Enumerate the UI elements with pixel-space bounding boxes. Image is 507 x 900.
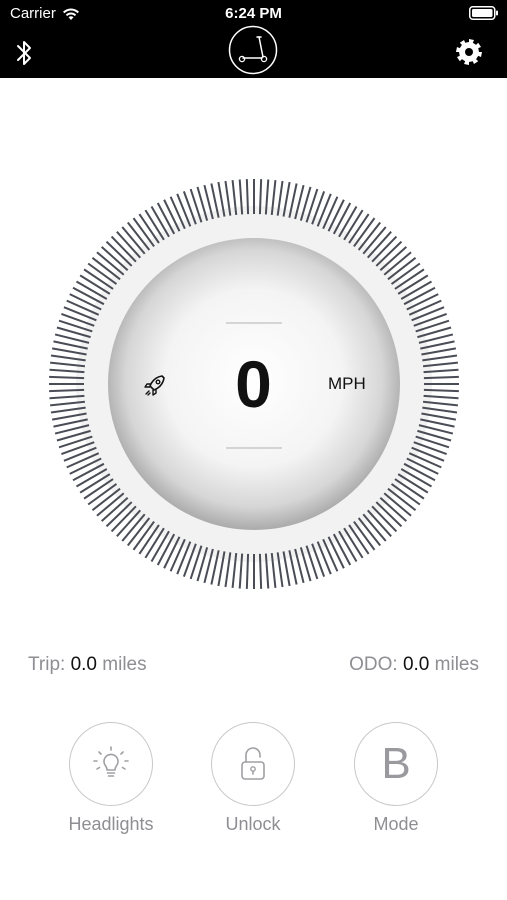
- unlock-control: Unlock: [210, 722, 296, 835]
- unlock-label: Unlock: [225, 814, 281, 834]
- trip-value: 0.0: [70, 654, 97, 675]
- gauge-tick: [423, 375, 459, 380]
- bluetooth-icon[interactable]: [12, 38, 38, 68]
- gauge-tick: [258, 179, 263, 215]
- gauge-tick: [332, 202, 352, 235]
- gauge-tick: [49, 388, 85, 393]
- gauge-tick: [72, 286, 105, 306]
- headlights-button[interactable]: [69, 722, 153, 806]
- gauge-tick: [245, 553, 250, 589]
- trip-distance: Trip: 0.0 miles: [28, 654, 147, 676]
- battery-icon: [469, 6, 498, 20]
- odo-unit: miles: [434, 654, 479, 675]
- trip-label: Trip:: [28, 654, 66, 675]
- gauge-tick: [332, 533, 352, 566]
- speed-unit: MPH: [328, 374, 366, 393]
- gauge-tick: [49, 375, 85, 380]
- gear-icon[interactable]: [455, 38, 483, 66]
- gauge-tick: [245, 179, 250, 215]
- gauge-tick: [258, 553, 263, 589]
- top-bar: Carrier 6:24 PM: [0, 0, 507, 78]
- gauge-tick: [423, 388, 459, 393]
- mode-control: B Mode: [353, 722, 439, 835]
- app-screen: Carrier 6:24 PM 0 MPH Trip: 0.0 miles OD…: [0, 0, 507, 900]
- unlock-button[interactable]: [211, 722, 295, 806]
- lightbulb-icon: [93, 746, 129, 777]
- speedometer-gauge: [42, 172, 466, 596]
- gauge-tick: [156, 533, 176, 566]
- gauge-tick: [403, 286, 436, 306]
- odo-value: 0.0: [402, 654, 430, 675]
- mode-value: B: [381, 739, 411, 788]
- rocket-icon: [144, 375, 165, 396]
- unlock-icon: [241, 747, 265, 780]
- scooter-logo-icon: [228, 25, 278, 75]
- gauge-tick: [72, 462, 105, 482]
- headlights-label: Headlights: [68, 814, 154, 834]
- headlights-control: Headlights: [68, 722, 154, 835]
- odo-label: ODO:: [349, 654, 398, 675]
- gauge-tick: [156, 202, 176, 235]
- status-time: 6:24 PM: [225, 5, 282, 22]
- mode-button[interactable]: B: [354, 722, 438, 806]
- gauge-tick: [403, 462, 436, 482]
- mode-label: Mode: [373, 814, 419, 834]
- odometer: ODO: 0.0 miles: [349, 654, 479, 676]
- trip-unit: miles: [102, 654, 147, 675]
